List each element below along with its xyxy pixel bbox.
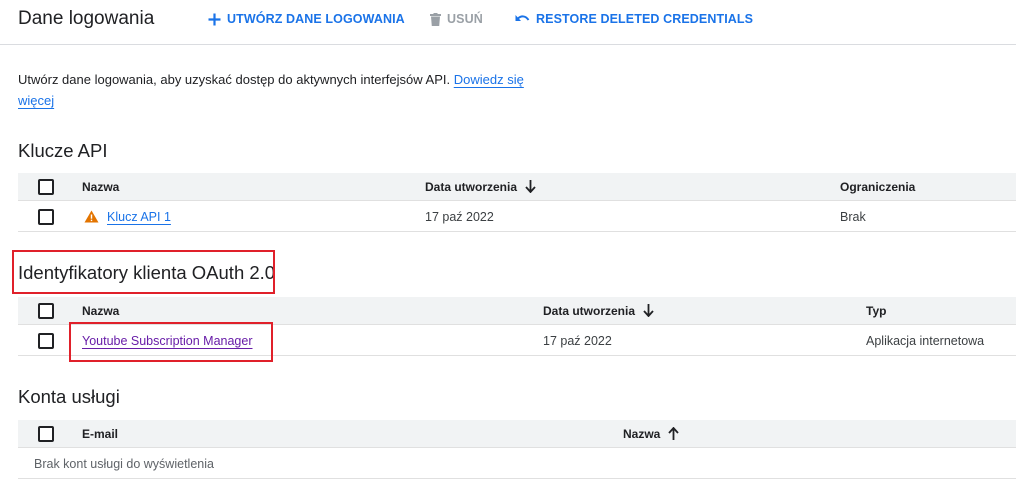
trash-icon xyxy=(430,12,441,26)
restore-deleted-label: RESTORE DELETED CREDENTIALS xyxy=(536,12,754,26)
column-header-created-label: Data utworzenia xyxy=(425,179,518,194)
column-header-name[interactable]: Nazwa xyxy=(623,420,680,447)
highlight-box xyxy=(69,322,273,362)
column-header-name[interactable]: Nazwa xyxy=(82,173,119,200)
undo-icon xyxy=(515,14,530,21)
select-all-checkbox[interactable] xyxy=(38,178,54,195)
column-header-restrictions[interactable]: Ograniczenia xyxy=(840,173,915,200)
column-header-name-label: Nazwa xyxy=(623,426,661,441)
empty-row: Brak kont usługi do wyświetlenia xyxy=(18,449,1016,479)
create-credentials-label: UTWÓRZ DANE LOGOWANIA xyxy=(227,12,405,26)
select-all-checkbox[interactable] xyxy=(38,425,54,442)
column-header-created[interactable]: Data utworzenia xyxy=(543,297,654,324)
oauth-client-type: Aplikacja internetowa xyxy=(866,333,985,348)
restore-deleted-button[interactable]: RESTORE DELETED CREDENTIALS xyxy=(515,12,753,26)
row-checkbox[interactable] xyxy=(38,332,54,349)
arrow-up-icon xyxy=(668,427,680,440)
select-all-checkbox[interactable] xyxy=(38,302,54,319)
api-key-name-link[interactable]: Klucz API 1 xyxy=(107,210,171,224)
empty-state-text: Brak kont usługi do wyświetlenia xyxy=(34,456,214,471)
column-header-email[interactable]: E-mail xyxy=(82,420,118,447)
arrow-down-icon xyxy=(643,304,654,317)
delete-button[interactable]: USUŃ xyxy=(430,12,483,26)
table-row: Klucz API 1 17 paź 2022 Brak xyxy=(18,202,1016,232)
plus-icon xyxy=(208,13,221,25)
warning-icon xyxy=(84,210,99,223)
oauth-client-created: 17 paź 2022 xyxy=(543,333,612,348)
delete-label: USUŃ xyxy=(447,12,483,26)
oauth-table-header: Nazwa Data utworzenia Typ xyxy=(18,297,1016,325)
intro-description: Utwórz dane logowania, aby uzyskać dostę… xyxy=(18,72,454,87)
column-header-created[interactable]: Data utworzenia xyxy=(425,173,536,200)
intro-text: Utwórz dane logowania, aby uzyskać dostę… xyxy=(18,69,548,111)
api-key-created: 17 paź 2022 xyxy=(425,209,494,224)
column-header-created-label: Data utworzenia xyxy=(543,303,636,318)
column-header-type[interactable]: Typ xyxy=(866,297,886,324)
api-keys-table-header: Nazwa Data utworzenia Ograniczenia xyxy=(18,173,1016,201)
api-keys-title: Klucze API xyxy=(18,140,108,161)
column-header-name[interactable]: Nazwa xyxy=(82,297,119,324)
page-header: Dane logowania UTWÓRZ DANE LOGOWANIA USU… xyxy=(0,0,1016,45)
highlight-box xyxy=(12,250,275,294)
service-accounts-table-header: E-mail Nazwa xyxy=(18,420,1016,448)
row-checkbox[interactable] xyxy=(38,208,54,225)
service-accounts-title: Konta usługi xyxy=(18,386,120,407)
create-credentials-button[interactable]: UTWÓRZ DANE LOGOWANIA xyxy=(208,12,405,26)
arrow-down-icon xyxy=(525,180,536,193)
page-title: Dane logowania xyxy=(18,8,155,29)
api-key-restrictions: Brak xyxy=(840,209,866,224)
